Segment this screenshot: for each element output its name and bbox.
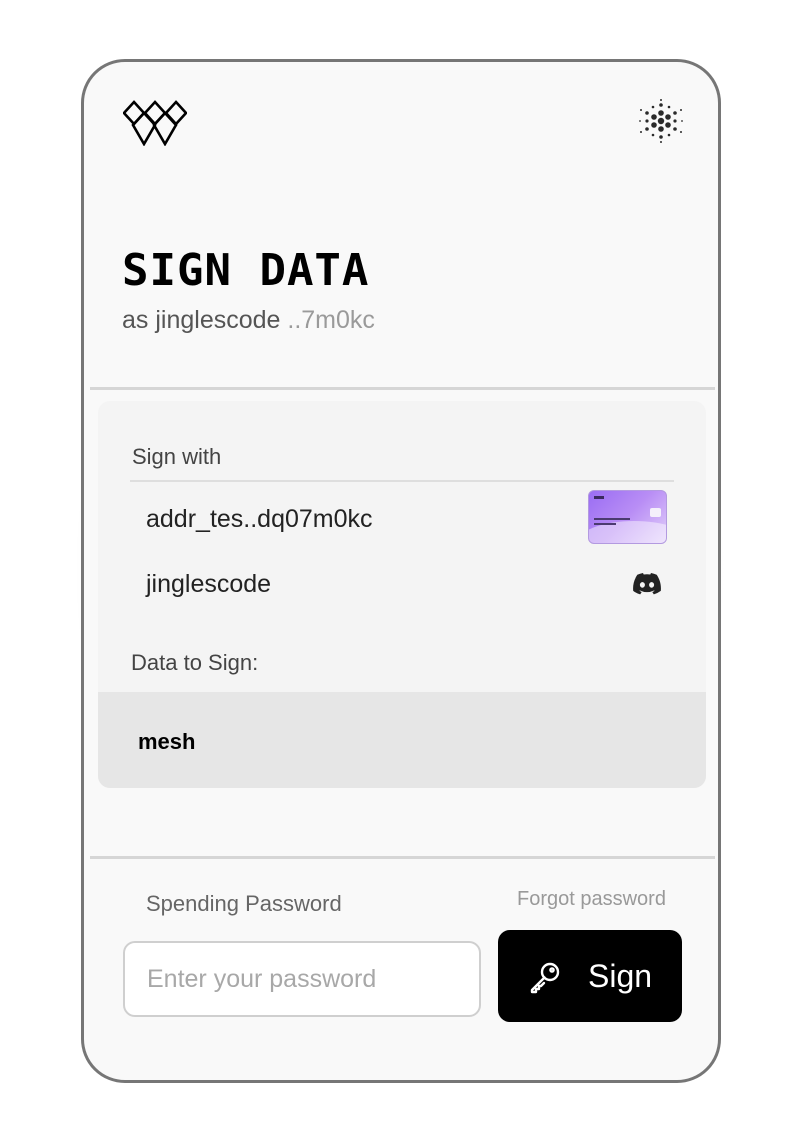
signing-address: addr_tes..dq07m0kc bbox=[146, 505, 373, 533]
subtitle-username: as jinglescode bbox=[122, 306, 281, 334]
sign-data-window: SIGN DATA as jinglescode ..7m0kc Sign wi… bbox=[81, 59, 721, 1083]
sign-button-label: Sign bbox=[588, 958, 653, 994]
subtitle-address: ..7m0kc bbox=[280, 306, 375, 334]
sign-button[interactable]: Sign bbox=[498, 930, 682, 1022]
spending-password-label: Spending Password bbox=[146, 891, 342, 916]
cardano-icon bbox=[639, 99, 683, 143]
footer-divider bbox=[90, 856, 715, 859]
discord-icon bbox=[633, 573, 661, 595]
signing-username: jinglescode bbox=[146, 570, 272, 598]
sign-with-label: Sign with bbox=[132, 444, 222, 469]
key-icon bbox=[530, 962, 560, 994]
forgot-password-link[interactable]: Forgot password bbox=[517, 888, 666, 911]
wallet-card-icon bbox=[588, 490, 667, 544]
data-to-sign-value: mesh bbox=[138, 729, 196, 754]
header-divider bbox=[90, 387, 715, 390]
data-to-sign-label: Data to Sign: bbox=[131, 650, 259, 675]
mesh-logo-icon bbox=[123, 100, 187, 146]
password-input[interactable] bbox=[123, 941, 481, 1017]
page-subtitle: as jinglescode ..7m0kc bbox=[122, 306, 375, 335]
sign-with-divider bbox=[130, 480, 674, 482]
sign-details-panel: Sign with addr_tes..dq07m0kc jinglescode… bbox=[98, 401, 706, 788]
data-to-sign-box: mesh bbox=[98, 692, 706, 788]
page-title: SIGN DATA bbox=[122, 245, 370, 296]
